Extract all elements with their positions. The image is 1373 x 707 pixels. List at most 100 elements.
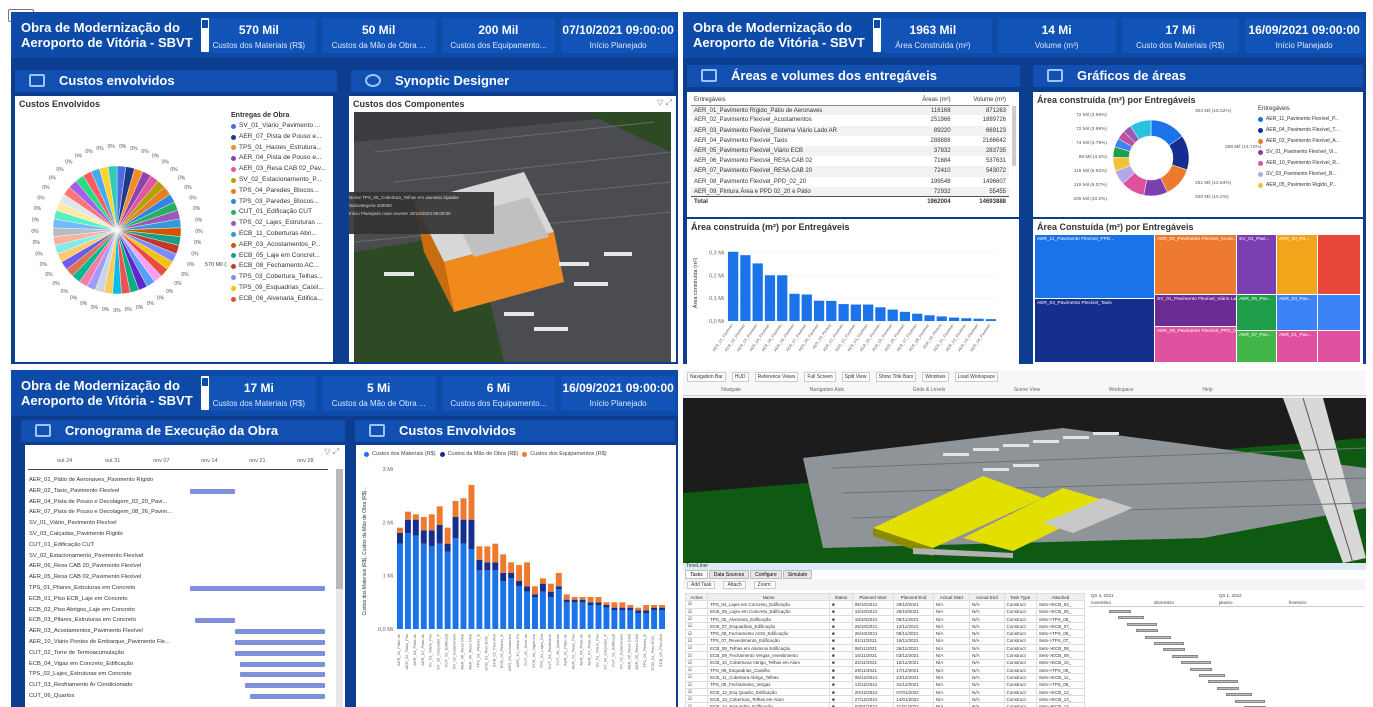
legend-item[interactable]: ECB_06_Alvenaria_Edifica... [231,294,331,305]
bar[interactable] [752,263,763,321]
legend-item[interactable]: AER_03_Resa CAB 02_Pav... [231,164,331,175]
stacked-bar-segment[interactable] [460,543,467,629]
table-row[interactable]: AER_01_Pavimento Rígido_Pátio de Aeronav… [691,105,1009,116]
stacked-bar-segment[interactable] [412,519,419,536]
gantt-bar[interactable] [240,672,325,678]
stacked-bar-segment[interactable] [452,501,459,517]
column-header[interactable]: Planned Start [851,593,895,602]
stacked-bar-segment[interactable] [444,543,451,552]
donut-chart[interactable]: 72 Mil (3.66%) 72 Mil (3.69%) 74 Mil (3.79… [1033,106,1263,216]
airport-render[interactable] [354,112,671,362]
legend-item[interactable]: Custos da Mão de Obra (R$) [439,451,518,457]
stacked-bar-segment[interactable] [635,610,642,613]
stacked-bar-segment[interactable] [587,602,594,605]
stacked-bar-segment[interactable] [508,573,515,579]
column-header[interactable]: Áreas (m²) [904,95,954,106]
stacked-bar-segment[interactable] [532,597,538,629]
stacked-bar-segment[interactable] [516,581,523,587]
stacked-bar-segment[interactable] [539,578,546,584]
bar[interactable] [863,304,874,321]
areas-table[interactable]: Entregáveis Áreas (m²) Volume (m³) AER_01_P… [691,95,1009,208]
stacked-bar-segment[interactable] [619,607,626,611]
table-row[interactable]: AER_02_Pavimento Flexível_Acostamentos 25… [691,115,1009,125]
treemap-cell[interactable]: AER_10_Pa... [1277,235,1317,294]
task-row[interactable]: ☑ TPS_06_Fechamento ACM_Edificação ■ 26/10/… [685,629,1085,638]
bar[interactable] [789,293,800,321]
legend-item[interactable]: TPS_02_Lajes_Estruturas ... [231,218,331,229]
stacked-bar-segment[interactable] [635,613,642,629]
table-row[interactable]: AER_08_Pavimento Flexível_PPD_02_20 19954… [691,177,1009,187]
bar[interactable] [936,316,947,321]
gantt-row[interactable]: AER_10_Viário Pontes de Embarque_Pavimen… [25,637,335,648]
stacked-bar-segment[interactable] [571,599,578,603]
stacked-bar-segment[interactable] [476,570,483,629]
stacked-bar-segment[interactable] [397,527,403,533]
stacked-bar-segment[interactable] [460,519,467,544]
table-row[interactable]: AER_06_Pavimento Flexível_RESA CAB 02 716… [691,156,1009,166]
ribbon-button[interactable]: Windows [922,372,949,382]
stacked-bar-segment[interactable] [603,607,610,629]
stacked-bar-segment[interactable] [532,594,538,597]
column-header[interactable]: Planned End [893,593,934,602]
stacked-bar-segment[interactable] [555,573,562,587]
legend-item[interactable]: Custos dos Materiais (R$) [364,451,436,457]
legend-item[interactable]: AER_04_Pista de Pouso e... [231,153,331,164]
stacked-bar-segment[interactable] [651,605,658,608]
stacked-bar-segment[interactable] [611,602,618,608]
table-row[interactable]: AER_03_Pavimento Flexível_Sistema Viário… [691,125,1009,136]
treemap-cell[interactable]: AER_01_Pav... [1277,331,1317,362]
legend-item[interactable]: ECB_08_Fechamento AC... [231,261,331,272]
bar[interactable] [887,309,898,321]
legend-item[interactable]: TPS_03_Cobertura_Telhas... [231,272,331,283]
timeline-bar[interactable] [1226,693,1252,697]
task-row[interactable]: ☑ ECB_08_Telhas em Aluminio Edificação ■ 08… [685,644,1085,653]
stacked-bar-segment[interactable] [659,605,665,608]
pie-chart[interactable]: 0% 0%0%0%0%0%0%0%0%0%0%0%0%0%0%0%0%0%0%0%… [17,112,227,352]
stacked-bar-segment[interactable] [428,546,435,629]
stacked-bar-segment[interactable] [500,573,507,581]
gantt-chart[interactable]: AER_01_Pátio de Aeronaves_Pavimento Rígi… [25,475,335,707]
stacked-bar-segment[interactable] [492,543,499,563]
task-row[interactable]: ☑ ECB_05_Lajes em Concreto_Edificação ■ 15/… [685,607,1085,616]
kpi-card[interactable]: 1963 Mil Área Construída (m²) [874,18,992,53]
stacked-bar-segment[interactable] [476,559,483,571]
bar[interactable] [777,275,788,321]
bar[interactable] [740,255,751,321]
bar[interactable] [728,251,739,321]
task-row[interactable]: ☑ ECB_11_Cobertura Abrigo_Telhas ■ 06/12/20… [685,673,1085,682]
stacked-bar-segment[interactable] [428,530,435,547]
stacked-bar-segment[interactable] [452,517,459,539]
stacked-bar-segment[interactable] [547,583,554,592]
task-row[interactable]: ☑ ECB_07_Esquadrias_Edificação ■ 25/10/2021… [685,622,1085,631]
stacked-bar-segment[interactable] [484,570,491,629]
ribbon-button[interactable]: Split View [841,372,870,382]
stacked-bar-segment[interactable] [436,525,443,544]
timeline-bar[interactable] [1127,622,1157,626]
stacked-bar-segment[interactable] [659,607,665,611]
task-row[interactable]: ☑ TPS_07_Revestimento_Edificação ■ 01/11/20… [685,636,1085,646]
stacked-bar-segment[interactable] [404,533,411,629]
task-row[interactable]: ☑ ECB_13_Cobertura_Telhas em Alum ■ 27/12/2… [685,695,1085,704]
gantt-row[interactable]: ECB_01_Piso ECB_Laje em Concreto [25,594,335,605]
table-row[interactable]: AER_09_Pintura Área e PPD 02_20 e Pátio 7… [691,186,1009,197]
stacked-bar-segment[interactable] [484,546,491,563]
task-row[interactable]: ☑ ECB_09_Fechamento Vergas_Investimento ■ 1… [685,651,1085,660]
stacked-bar-segment[interactable] [563,599,570,603]
gantt-row[interactable]: SV_01_Viário_Pavimento Flexível [25,518,335,529]
gantt-row[interactable]: ECB_04_Vigas em Concreto_Edificação [25,659,335,670]
gantt-scrollbar[interactable] [336,469,343,707]
stacked-bar-segment[interactable] [563,602,570,629]
treemap-cell[interactable]: AER_09_Pavimento Flexível_PPD_02_20 [1155,327,1236,362]
timeline-bar[interactable] [1181,661,1211,665]
timeliner-tab[interactable]: Tasks [685,570,708,579]
stacked-bar-segment[interactable] [579,602,586,629]
stacked-bar-segment[interactable] [412,535,419,629]
stacked-bar-segment[interactable] [524,562,530,587]
timeline-bar[interactable] [1235,699,1265,703]
bar[interactable] [973,318,984,321]
stacked-bar-segment[interactable] [539,583,546,592]
bar[interactable] [801,294,812,321]
stacked-bar-segment[interactable] [579,597,586,600]
legend-item[interactable]: CUT_01_Edificação CUT [231,207,331,218]
stacked-bar-segment[interactable] [500,581,507,629]
